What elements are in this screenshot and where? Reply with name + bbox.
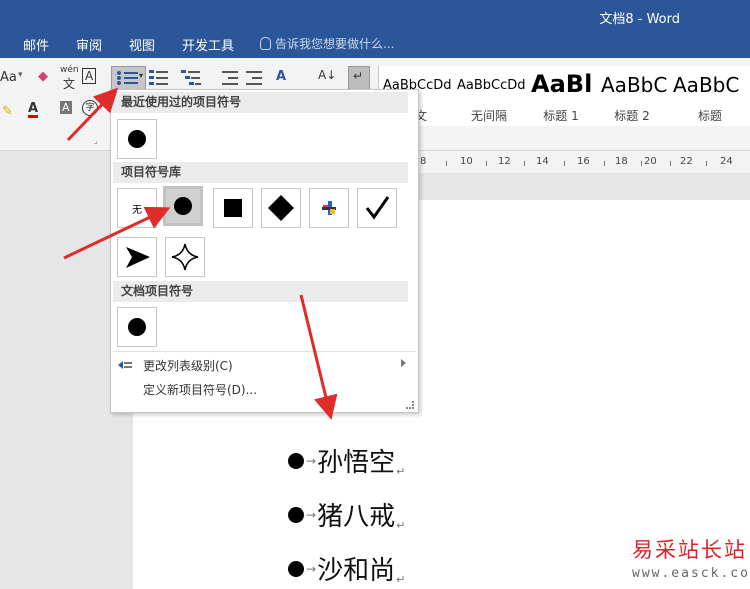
arrow-to-document-list [299, 294, 338, 420]
arrow-to-bullet-option [63, 206, 171, 260]
watermark-url: www.easck.com [632, 566, 750, 581]
watermark-name: 易采站长站 [632, 538, 747, 562]
arrow-to-bullets-button [66, 87, 119, 142]
annotation-arrows [63, 87, 338, 420]
